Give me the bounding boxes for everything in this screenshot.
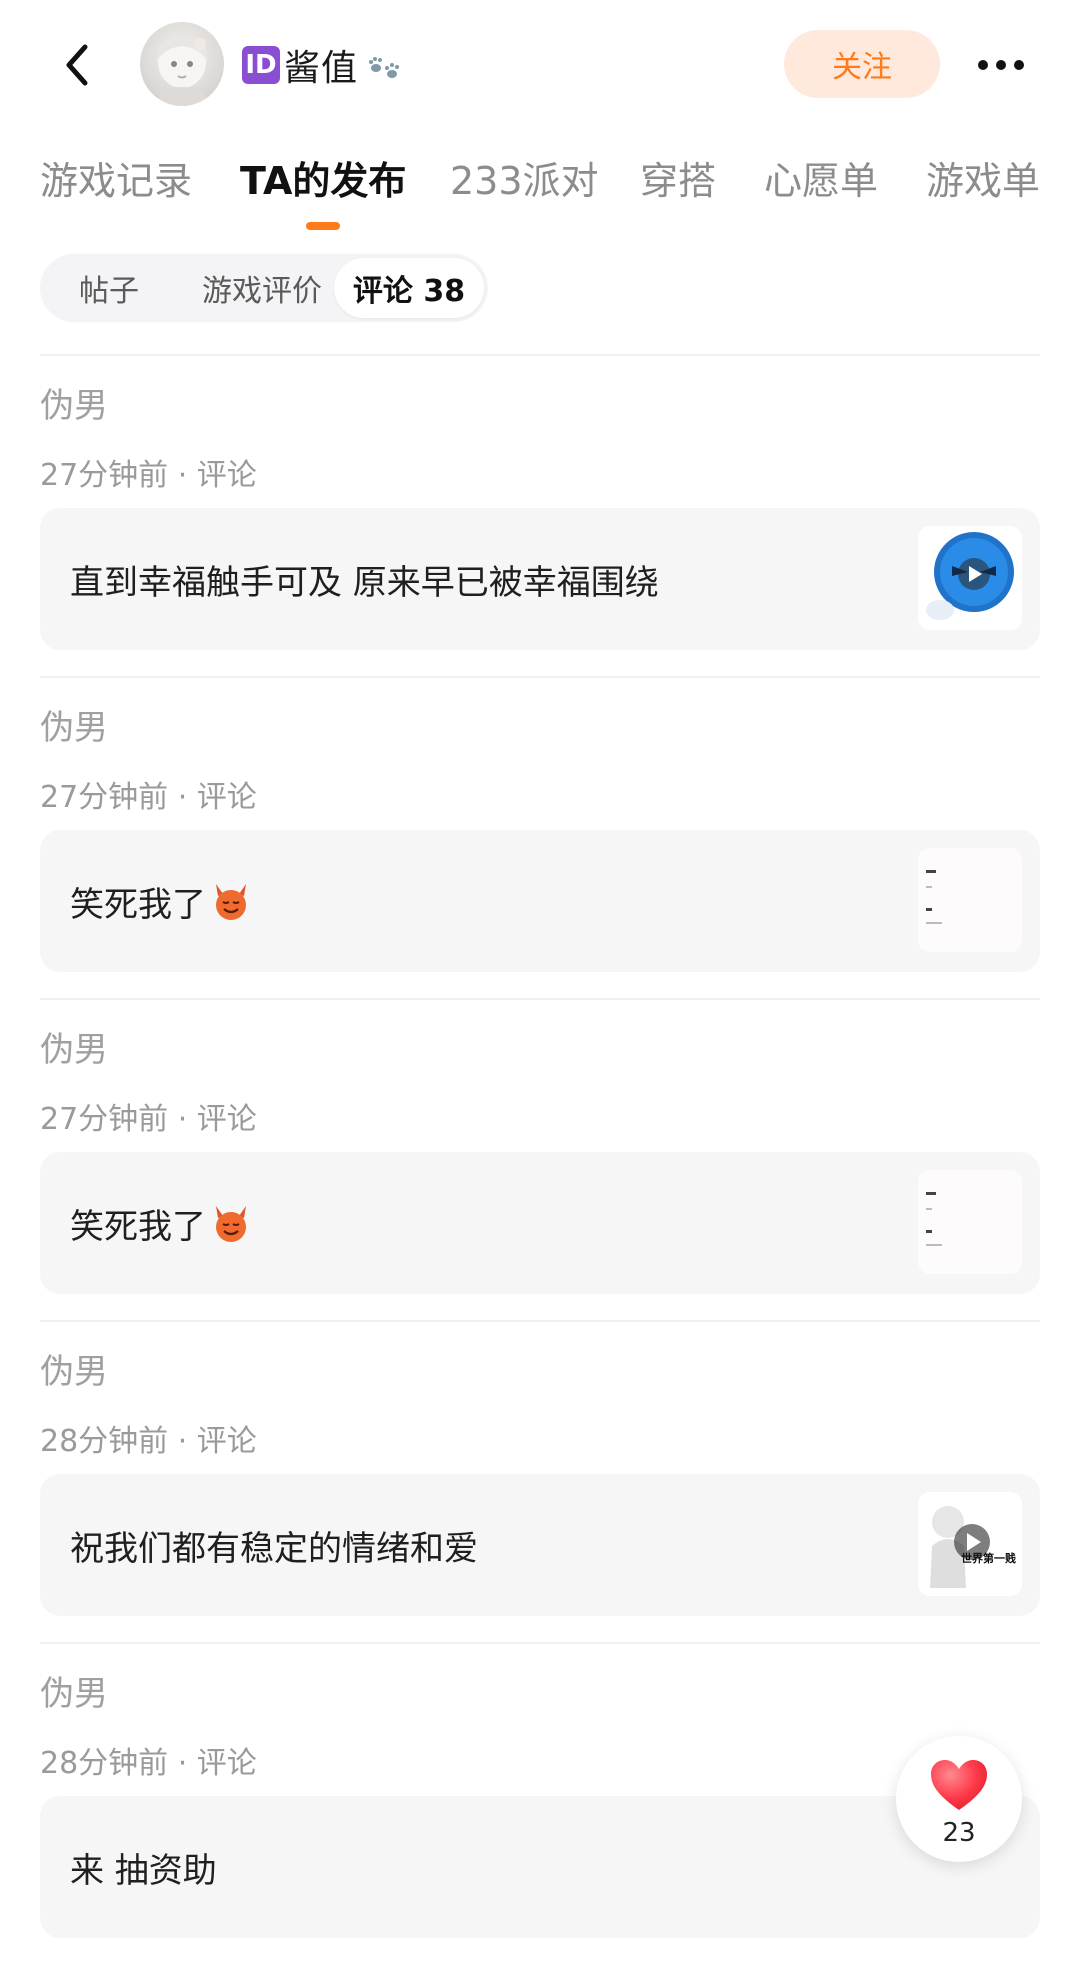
devil-emoji-icon: [216, 1206, 246, 1242]
comment-text-content: 笑死我了: [70, 884, 206, 925]
tab-233-party[interactable]: 233派对: [450, 150, 599, 205]
heart-icon: [931, 1760, 987, 1810]
thumbnail-caption: 世界第一贱: [961, 1551, 1016, 1565]
divider: [40, 1320, 1040, 1322]
comment-text: 祝我们都有稳定的情绪和爱: [70, 1474, 478, 1616]
text-screenshot-thumbnail: [918, 848, 1022, 952]
comment-text: 笑死我了: [70, 830, 252, 972]
comment-text-content: 直到幸福触手可及 原来早已被幸福围绕: [70, 562, 659, 603]
comment-author[interactable]: 伪男: [40, 1344, 108, 1393]
comment-card[interactable]: 直到幸福触手可及 原来早已被幸福围绕: [40, 508, 1040, 650]
follow-button[interactable]: 关注: [784, 30, 940, 98]
tab-ta-posts[interactable]: TA的发布: [240, 150, 406, 205]
tab-outfits[interactable]: 穿搭: [640, 150, 716, 205]
comment-text: 直到幸福触手可及 原来早已被幸福围绕: [70, 508, 659, 650]
comment-author[interactable]: 伪男: [40, 700, 108, 749]
comment-card[interactable]: 笑死我了: [40, 1152, 1040, 1294]
image-thumbnail[interactable]: [918, 848, 1022, 952]
blue-emoji-video-thumbnail: [918, 526, 1022, 630]
comment-meta: 27分钟前 · 评论: [40, 458, 257, 493]
comment-meta: 27分钟前 · 评论: [40, 1102, 257, 1137]
subtab-bar: 帖子 游戏评价 评论 38: [40, 254, 488, 322]
like-count: 23: [942, 1818, 976, 1848]
username: 酱值: [284, 48, 359, 89]
subtab-posts[interactable]: 帖子: [54, 254, 164, 322]
divider: [40, 1642, 1040, 1644]
avatar-illustration: [156, 34, 208, 106]
comment-author[interactable]: 伪男: [40, 1666, 108, 1715]
comment-text-content: 祝我们都有稳定的情绪和爱: [70, 1528, 478, 1569]
profile-header: ID 酱值 关注: [0, 0, 1080, 130]
paw-prints-icon: [369, 57, 400, 78]
text-screenshot-thumbnail: [918, 1170, 1022, 1274]
like-button[interactable]: 23: [896, 1736, 1022, 1862]
divider: [40, 354, 1040, 356]
comment-text-content: 笑死我了: [70, 1206, 206, 1247]
username-row: ID 酱值: [242, 40, 406, 90]
divider: [40, 998, 1040, 1000]
subtab-game-reviews[interactable]: 游戏评价: [172, 254, 352, 322]
comment-text-content: 来 抽资助: [70, 1850, 217, 1891]
tab-wishlist[interactable]: 心愿单: [764, 150, 878, 205]
more-dots-icon: [978, 60, 1024, 70]
video-thumbnail[interactable]: [918, 526, 1022, 630]
back-arrow-icon: [66, 44, 88, 86]
comment-card[interactable]: 来 抽资助: [40, 1796, 1040, 1938]
comment-meta: 28分钟前 · 评论: [40, 1424, 257, 1459]
figure-video-thumbnail: 世界第一贱: [918, 1492, 1022, 1596]
avatar[interactable]: [140, 22, 224, 106]
comment-card[interactable]: 笑死我了: [40, 830, 1040, 972]
comment-meta: 28分钟前 · 评论: [40, 1746, 257, 1781]
profile-tabs: 游戏记录 TA的发布 233派对 穿搭 心愿单 游戏单: [0, 140, 1080, 240]
video-thumbnail[interactable]: 世界第一贱: [918, 1492, 1022, 1596]
more-button[interactable]: [966, 40, 1036, 90]
active-tab-indicator: [306, 222, 340, 230]
comment-card[interactable]: 祝我们都有稳定的情绪和爱 世界第一贱: [40, 1474, 1040, 1616]
image-thumbnail[interactable]: [918, 1170, 1022, 1274]
tab-game-records[interactable]: 游戏记录: [40, 150, 192, 205]
comment-author[interactable]: 伪男: [40, 378, 108, 427]
subtab-comments[interactable]: 评论 38: [334, 258, 484, 318]
tab-game-list[interactable]: 游戏单: [926, 150, 1040, 205]
comment-text: 笑死我了: [70, 1152, 252, 1294]
back-button[interactable]: [52, 40, 102, 90]
comment-author[interactable]: 伪男: [40, 1022, 108, 1071]
devil-emoji-icon: [216, 884, 246, 920]
divider: [40, 676, 1040, 678]
comment-text: 来 抽资助: [70, 1796, 217, 1938]
comment-meta: 27分钟前 · 评论: [40, 780, 257, 815]
id-badge: ID: [242, 46, 280, 84]
